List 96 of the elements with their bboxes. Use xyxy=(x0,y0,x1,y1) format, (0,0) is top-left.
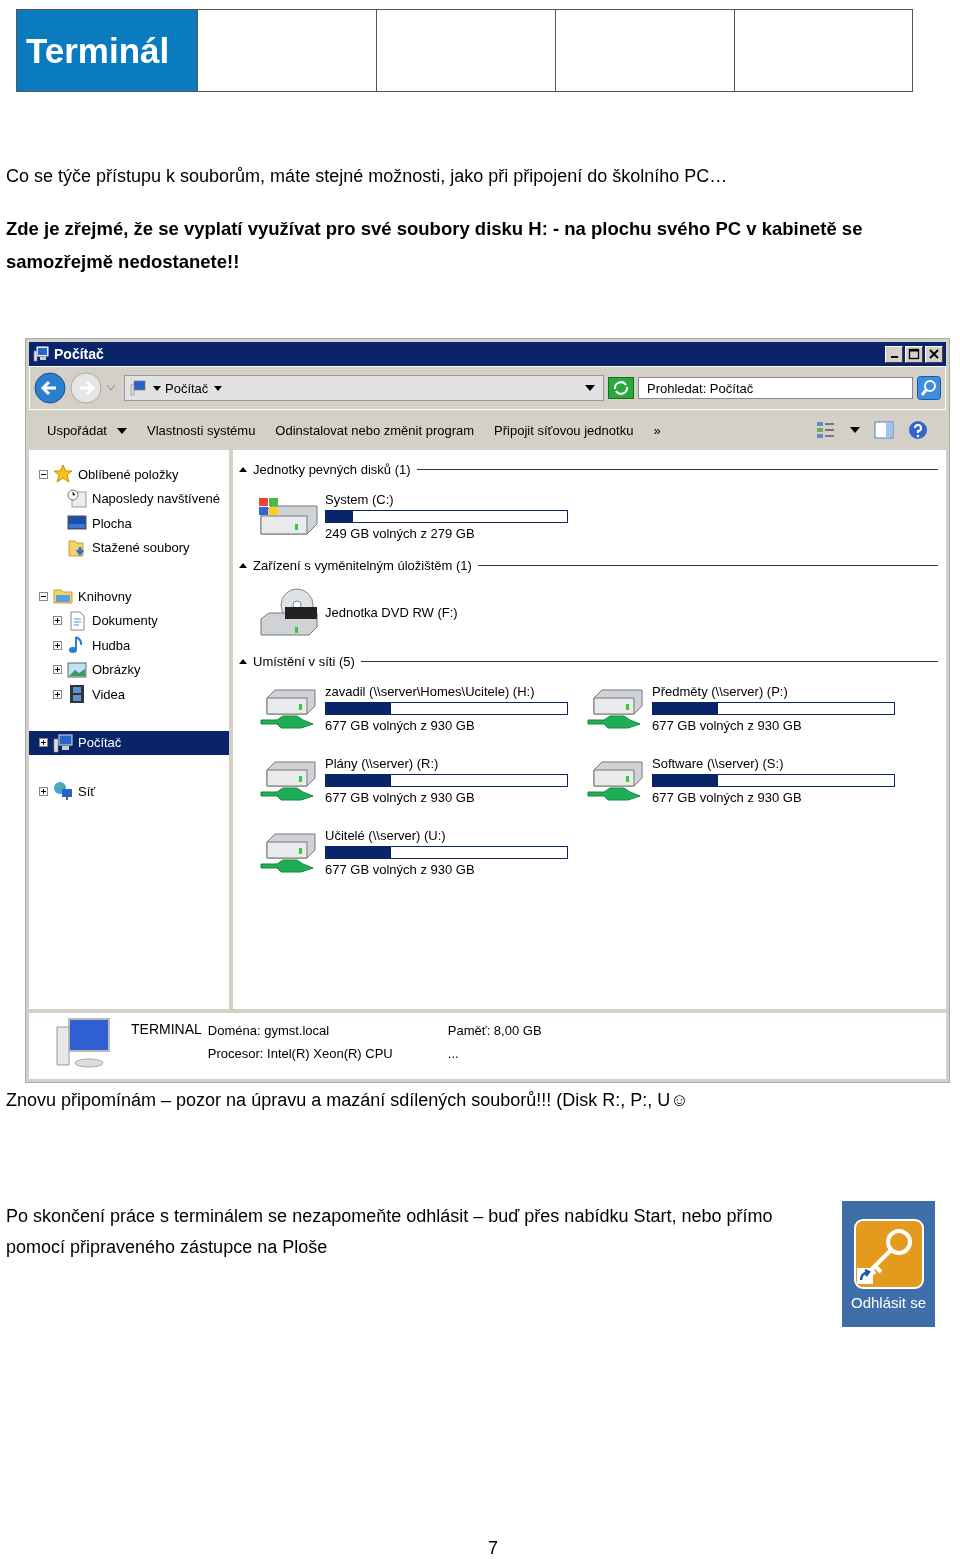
free-space-text: 677 GB volných z 930 GB xyxy=(325,789,476,805)
star-icon xyxy=(53,464,73,485)
drive-name: Plány (\\server) (R:) xyxy=(325,755,440,771)
tree-item[interactable]: Hudba xyxy=(29,633,229,658)
paragraph: Znovu připomínám – pozor na úpravu a mazání sdílených souborů!!! (Disk R:, P:, U☺ xyxy=(5,1089,690,1112)
free-space-text: 677 GB volných z 930 GB xyxy=(652,789,803,805)
drive-item[interactable]: Jednotka DVD RW (F:) xyxy=(257,582,584,642)
computer-icon xyxy=(32,346,50,362)
help-icon[interactable] xyxy=(908,420,928,440)
close-icon xyxy=(928,348,940,360)
tree-item[interactable]: Počítač xyxy=(29,730,229,755)
document-icon xyxy=(67,610,87,631)
drive-name: Učitelé (\\server) (U:) xyxy=(325,827,447,843)
tree-item[interactable]: Oblíbené položky xyxy=(29,462,229,487)
computer-icon xyxy=(129,380,147,396)
minimize-button[interactable] xyxy=(885,345,903,363)
computer-name: TERMINAL xyxy=(131,1021,202,1037)
caret-icon xyxy=(117,428,127,435)
expand-icon[interactable] xyxy=(53,616,62,626)
drive-name: zavadil (\\server\Homes\Ucitele) (H:) xyxy=(325,683,536,699)
search-icon[interactable] xyxy=(917,376,941,400)
breadcrumb[interactable]: Počítač xyxy=(165,380,209,396)
paragraph: Zde je zřejmé, že se vyplatí využívat pro své soubory disku H: - na plochu svého PC v kabinetě se samozřejmě nedostanete!! xyxy=(5,217,864,274)
drive-name: System (C:) xyxy=(325,491,395,507)
collapse-icon[interactable] xyxy=(39,469,48,479)
close-button[interactable] xyxy=(925,345,943,363)
picture-icon xyxy=(67,659,87,680)
drive-name: Software (\\server) (S:) xyxy=(652,755,785,771)
caret-icon[interactable] xyxy=(214,385,223,391)
network-icon xyxy=(53,781,73,802)
computer-icon xyxy=(53,1017,113,1069)
drive-item[interactable]: Software (\\server) (S:) 677 GB volných z 930 GB xyxy=(584,750,911,810)
more-commands-button[interactable]: » xyxy=(645,420,669,440)
back-button[interactable] xyxy=(34,372,66,404)
tree-item[interactable]: Plocha xyxy=(29,511,229,536)
paragraph: Po skončení práce s terminálem se nezapomeňte odhlásit – buď přes nabídku Start, nebo přímo pomocí připraveného zástupce na Ploše xyxy=(5,1205,774,1259)
drive-name: Předměty (\\server) (P:) xyxy=(652,683,789,699)
dropdown-icon[interactable] xyxy=(850,427,860,433)
group-header[interactable]: Jednotky pevných disků (1) xyxy=(253,461,411,477)
detail-field: Doména: gymst.local xyxy=(207,1023,448,1038)
view-options-icon[interactable] xyxy=(816,421,836,439)
window-title: Počítač xyxy=(54,346,104,362)
drive-item[interactable]: Plány (\\server) (R:) 677 GB volných z 930 GB xyxy=(257,750,584,810)
free-space-text: 677 GB volných z 930 GB xyxy=(325,861,476,877)
group-header[interactable]: Umístění v síti (5) xyxy=(253,653,355,669)
minimize-icon xyxy=(890,356,898,358)
drive-item[interactable]: System (C:) 249 GB volných z 279 GB xyxy=(257,486,584,546)
drive-name: Jednotka DVD RW (F:) xyxy=(325,604,458,620)
free-space-text: 677 GB volných z 930 GB xyxy=(652,717,803,733)
tree-item[interactable]: Dokumenty xyxy=(29,608,229,633)
dvd-drive-icon xyxy=(257,587,321,637)
expand-icon[interactable] xyxy=(53,640,62,650)
drive-item[interactable]: zavadil (\\server\Homes\Ucitele) (H:) 677 GB volných z 930 GB xyxy=(257,678,584,738)
recent-places-icon xyxy=(67,488,87,509)
detail-field: Paměť: 8,00 GB xyxy=(447,1023,598,1038)
downloads-folder-icon xyxy=(67,537,87,558)
detail-field: Procesor: Intel(R) Xeon(R) CPU xyxy=(207,1046,448,1061)
maximize-button[interactable] xyxy=(905,345,923,363)
free-space-text: 677 GB volných z 930 GB xyxy=(325,717,476,733)
toolbar-command[interactable]: Vlastnosti systému xyxy=(139,420,264,440)
drive-item[interactable]: Učitelé (\\server) (U:) 677 GB volných z 930 GB xyxy=(257,822,584,882)
expand-icon[interactable] xyxy=(39,786,48,796)
tree-item[interactable]: Knihovny xyxy=(29,584,229,609)
tree-item[interactable]: Videa xyxy=(29,682,229,707)
tree-item[interactable]: Stažené soubory xyxy=(29,535,229,560)
caret-icon[interactable] xyxy=(153,385,161,391)
tree-item[interactable]: Obrázky xyxy=(29,657,229,682)
header-title: Terminál xyxy=(17,10,197,91)
key-icon xyxy=(852,1217,925,1290)
film-icon xyxy=(67,684,87,705)
tree-item[interactable]: Naposledy navštívené xyxy=(29,486,229,511)
expand-icon[interactable] xyxy=(53,665,62,675)
maximize-icon xyxy=(908,348,920,360)
expand-icon[interactable] xyxy=(39,738,48,748)
folder-icon xyxy=(53,586,73,607)
drive-item[interactable]: Předměty (\\server) (P:) 677 GB volných z 930 GB xyxy=(584,678,911,738)
ellipsis-text: ... xyxy=(447,1046,460,1061)
free-space-text: 249 GB volných z 279 GB xyxy=(325,525,476,541)
paragraph: Co se týče přístupu k souborům, máte stejné možnosti, jako při připojení do školního PC… xyxy=(5,165,729,188)
dropdown-icon[interactable] xyxy=(585,385,595,391)
page-number: 7 xyxy=(488,1538,498,1559)
collapse-icon[interactable] xyxy=(239,562,247,568)
organize-menu[interactable]: Uspořádat xyxy=(39,420,135,440)
logout-shortcut[interactable]: Odhlásit se xyxy=(842,1201,935,1327)
group-header[interactable]: Zařízení s vyměnitelným úložištěm (1) xyxy=(253,557,472,573)
collapse-icon[interactable] xyxy=(239,658,247,664)
refresh-button[interactable] xyxy=(608,377,634,399)
toolbar-command[interactable]: Odinstalovat nebo změnit program xyxy=(267,420,483,440)
tree-item[interactable]: Síť xyxy=(29,779,229,804)
search-field[interactable]: Prohledat: Počítač xyxy=(638,377,913,399)
expand-icon[interactable] xyxy=(53,689,62,699)
collapse-icon[interactable] xyxy=(239,466,247,472)
toolbar-command[interactable]: Připojit síťovou jednotku xyxy=(486,420,642,440)
address-bar[interactable]: Počítač xyxy=(124,375,604,401)
collapse-icon[interactable] xyxy=(39,591,48,601)
computer-icon xyxy=(53,732,73,753)
